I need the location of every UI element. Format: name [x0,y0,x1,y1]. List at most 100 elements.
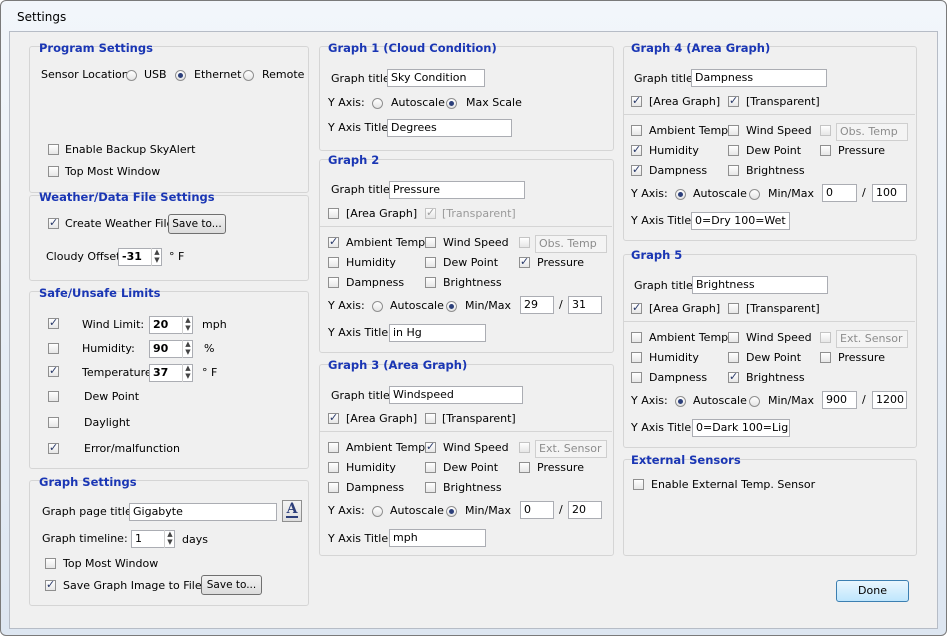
usb-radio[interactable] [126,70,137,81]
graph5-area-graph-checkbox[interactable] [631,301,642,314]
remote-radio[interactable] [243,70,254,81]
graph2-humidity-checkbox[interactable] [328,257,339,268]
graph5-dew-point-checkbox[interactable] [728,352,739,363]
error-limit-label[interactable]: Error/malfunction [84,442,180,456]
graph5-ambient-temp-checkbox[interactable] [631,332,642,343]
graph4-area-graph-label[interactable]: [Area Graph] [649,95,720,109]
graph4-dampness-label[interactable]: Dampness [649,164,707,178]
graph5-dampness-checkbox[interactable] [631,372,642,383]
graph3-wind-speed-label[interactable]: Wind Speed [443,441,509,455]
humidity-limit-checkbox[interactable] [48,343,59,354]
graph5-dew-point-label[interactable]: Dew Point [746,351,801,365]
graph2-min-max-radio[interactable] [446,301,457,312]
ethernet-radio[interactable] [175,70,186,81]
graph-timeline-spinner[interactable]: ▲ ▼ [164,530,175,548]
graph3-ext-sensor-checkbox[interactable] [519,442,530,453]
graph3-brightness-label[interactable]: Brightness [443,481,502,495]
daylight-limit-label[interactable]: Daylight [84,416,130,430]
graph4-transparent-checkbox[interactable] [728,94,739,107]
humidity-limit-spinner[interactable]: ▲ ▼ [182,340,193,358]
graph3-ambient-temp-checkbox[interactable] [328,442,339,453]
graph3-wind-speed-checkbox[interactable] [425,440,436,453]
top-most-window-checkbox[interactable] [48,166,59,177]
graph3-autoscale-label[interactable]: Autoscale [390,504,444,518]
graph3-humidity-label[interactable]: Humidity [346,461,396,475]
graph3-ext-sensor-input[interactable]: Ext. Sensor [535,440,607,458]
graph-top-most-label[interactable]: Top Most Window [63,557,158,571]
graph5-min-max-radio[interactable] [749,396,760,407]
graph2-dampness-label[interactable]: Dampness [346,276,404,290]
graph4-humidity-checkbox[interactable] [631,143,642,156]
graph2-area-graph-label[interactable]: [Area Graph] [346,207,417,221]
graph4-dew-point-checkbox[interactable] [728,145,739,156]
save-graph-image-checkbox[interactable] [45,578,56,591]
graph2-pressure-checkbox[interactable] [519,255,530,268]
done-button[interactable]: Done [836,580,909,602]
graph5-max-input[interactable]: 1200 [872,391,907,409]
graph4-obs-temp-checkbox[interactable] [820,125,831,136]
ethernet-label[interactable]: Ethernet [194,68,241,82]
graph4-area-graph-checkbox[interactable] [631,94,642,107]
graph5-autoscale-radio[interactable] [675,396,686,407]
graph2-wind-speed-checkbox[interactable] [425,237,436,248]
graph-save-to-button[interactable]: Save to... [201,575,262,595]
font-picker-button[interactable]: A [282,500,302,522]
graph4-humidity-label[interactable]: Humidity [649,144,699,158]
graph5-graph-title-input[interactable]: Brightness [692,276,828,294]
graph1-max-scale-radio[interactable] [446,98,457,109]
graph5-transparent-checkbox[interactable] [728,303,739,314]
cloudy-offset-spinner[interactable]: ▲ ▼ [151,248,162,266]
graph4-y-axis-title-input[interactable]: 0=Dry 100=Wet [691,212,790,230]
graph5-min-input[interactable]: 900 [822,391,857,409]
temperature-limit-checkbox[interactable] [48,364,59,377]
graph5-ext-sensor-input[interactable]: Ext. Sensor [836,330,908,348]
graph4-pressure-label[interactable]: Pressure [838,144,885,158]
graph4-min-input[interactable]: 0 [822,184,857,202]
enable-backup-label[interactable]: Enable Backup SkyAlert [65,143,195,157]
graph3-dampness-checkbox[interactable] [328,482,339,493]
wind-limit-spinner[interactable]: ▲ ▼ [182,316,193,334]
graph3-pressure-checkbox[interactable] [519,462,530,473]
graph4-ambient-temp-checkbox[interactable] [631,125,642,136]
graph5-pressure-label[interactable]: Pressure [838,351,885,365]
create-weather-file-label[interactable]: Create Weather File [65,217,173,231]
graph2-transparent-label[interactable]: [Transparent] [442,207,516,221]
graph1-graph-title-input[interactable]: Sky Condition [387,69,485,87]
error-limit-checkbox[interactable] [48,441,59,454]
usb-label[interactable]: USB [144,68,167,82]
graph3-dew-point-checkbox[interactable] [425,462,436,473]
graph-top-most-checkbox[interactable] [45,558,56,569]
graph5-dampness-label[interactable]: Dampness [649,371,707,385]
graph2-dew-point-label[interactable]: Dew Point [443,256,498,270]
graph4-brightness-label[interactable]: Brightness [746,164,805,178]
graph3-graph-title-input[interactable]: Windspeed [389,386,523,404]
graph5-ambient-temp-label[interactable]: Ambient Temp [649,331,728,345]
graph2-min-input[interactable]: 29 [520,296,554,314]
graph1-max-scale-label[interactable]: Max Scale [466,96,522,110]
graph4-transparent-label[interactable]: [Transparent] [746,95,820,109]
graph3-brightness-checkbox[interactable] [425,482,436,493]
graph5-area-graph-label[interactable]: [Area Graph] [649,302,720,316]
graph2-min-max-label[interactable]: Min/Max [465,299,511,313]
graph3-pressure-label[interactable]: Pressure [537,461,584,475]
graph1-autoscale-label[interactable]: Autoscale [391,96,445,110]
remote-label[interactable]: Remote [262,68,304,82]
graph2-transparent-checkbox[interactable] [425,206,436,219]
graph4-wind-speed-label[interactable]: Wind Speed [746,124,812,138]
graph2-ambient-temp-label[interactable]: Ambient Temp [346,236,425,250]
top-most-window-label[interactable]: Top Most Window [65,165,160,179]
graph2-brightness-checkbox[interactable] [425,277,436,288]
graph5-humidity-label[interactable]: Humidity [649,351,699,365]
wind-limit-checkbox[interactable] [48,316,59,329]
graph4-wind-speed-checkbox[interactable] [728,125,739,136]
weather-save-to-button[interactable]: Save to... [168,214,226,234]
graph4-ambient-temp-label[interactable]: Ambient Temp [649,124,728,138]
graph5-wind-speed-label[interactable]: Wind Speed [746,331,812,345]
graph3-max-input[interactable]: 20 [568,501,602,519]
graph4-min-max-radio[interactable] [749,189,760,200]
graph2-humidity-label[interactable]: Humidity [346,256,396,270]
dew-point-limit-checkbox[interactable] [48,391,59,402]
graph4-dew-point-label[interactable]: Dew Point [746,144,801,158]
graph4-dampness-checkbox[interactable] [631,163,642,176]
graph4-autoscale-label[interactable]: Autoscale [693,187,747,201]
